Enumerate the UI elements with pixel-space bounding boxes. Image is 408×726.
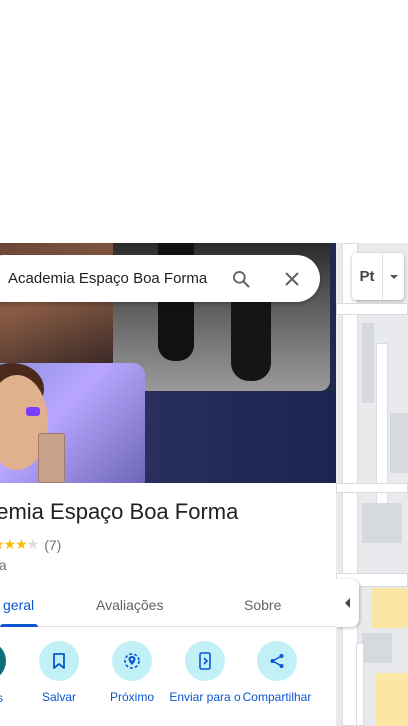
search-icon[interactable] <box>228 266 254 292</box>
nearby-icon <box>124 653 140 669</box>
close-icon[interactable] <box>279 266 305 292</box>
bookmark-icon <box>53 653 65 669</box>
directions-button[interactable] <box>0 641 6 681</box>
tab-overview[interactable]: geral <box>3 597 34 613</box>
collapse-panel-button[interactable] <box>336 579 359 627</box>
save-label: Salvar <box>41 690 76 704</box>
tab-bar: geral Avaliações Sobre <box>0 589 336 627</box>
share-icon <box>270 654 284 668</box>
search-input[interactable]: Academia Espaço Boa Forma <box>8 255 207 302</box>
tab-about[interactable]: Sobre <box>244 597 281 613</box>
layers-label: Pt <box>359 268 375 285</box>
action-bar: s Salvar Próximo Enviar para o Compartil… <box>0 641 336 726</box>
place-panel: Academia Espaço Boa Forma demia Espaço B… <box>0 243 336 726</box>
chevron-down-icon[interactable] <box>383 274 404 280</box>
send-to-phone-icon <box>199 652 211 670</box>
rating-row[interactable]: ★★★★ (7) <box>0 536 61 553</box>
nearby-label: Próximo <box>109 690 154 704</box>
share-label: Compartilhar <box>242 690 312 704</box>
place-category[interactable]: nia <box>0 557 7 573</box>
star-rating: ★★★★ <box>0 536 39 552</box>
place-photo[interactable] <box>0 363 145 483</box>
save-button[interactable]: Salvar <box>23 641 95 704</box>
send-to-phone-button[interactable]: Enviar para o <box>169 641 241 704</box>
blank-area <box>0 0 408 243</box>
tab-reviews[interactable]: Avaliações <box>96 597 163 613</box>
place-title: demia Espaço Boa Forma <box>0 499 239 524</box>
chevron-left-icon <box>344 598 350 608</box>
share-button[interactable]: Compartilhar <box>241 641 313 704</box>
search-box[interactable]: Academia Espaço Boa Forma <box>0 255 320 302</box>
nearby-button[interactable]: Próximo <box>96 641 168 704</box>
map-view[interactable] <box>336 243 408 726</box>
send-to-phone-label: Enviar para o <box>169 690 241 704</box>
active-tab-indicator <box>0 624 38 627</box>
partial-action-label: s <box>0 691 3 705</box>
review-count[interactable]: (7) <box>44 537 61 553</box>
map-layers-button[interactable]: Pt <box>352 253 404 300</box>
place-photo[interactable] <box>145 391 336 483</box>
